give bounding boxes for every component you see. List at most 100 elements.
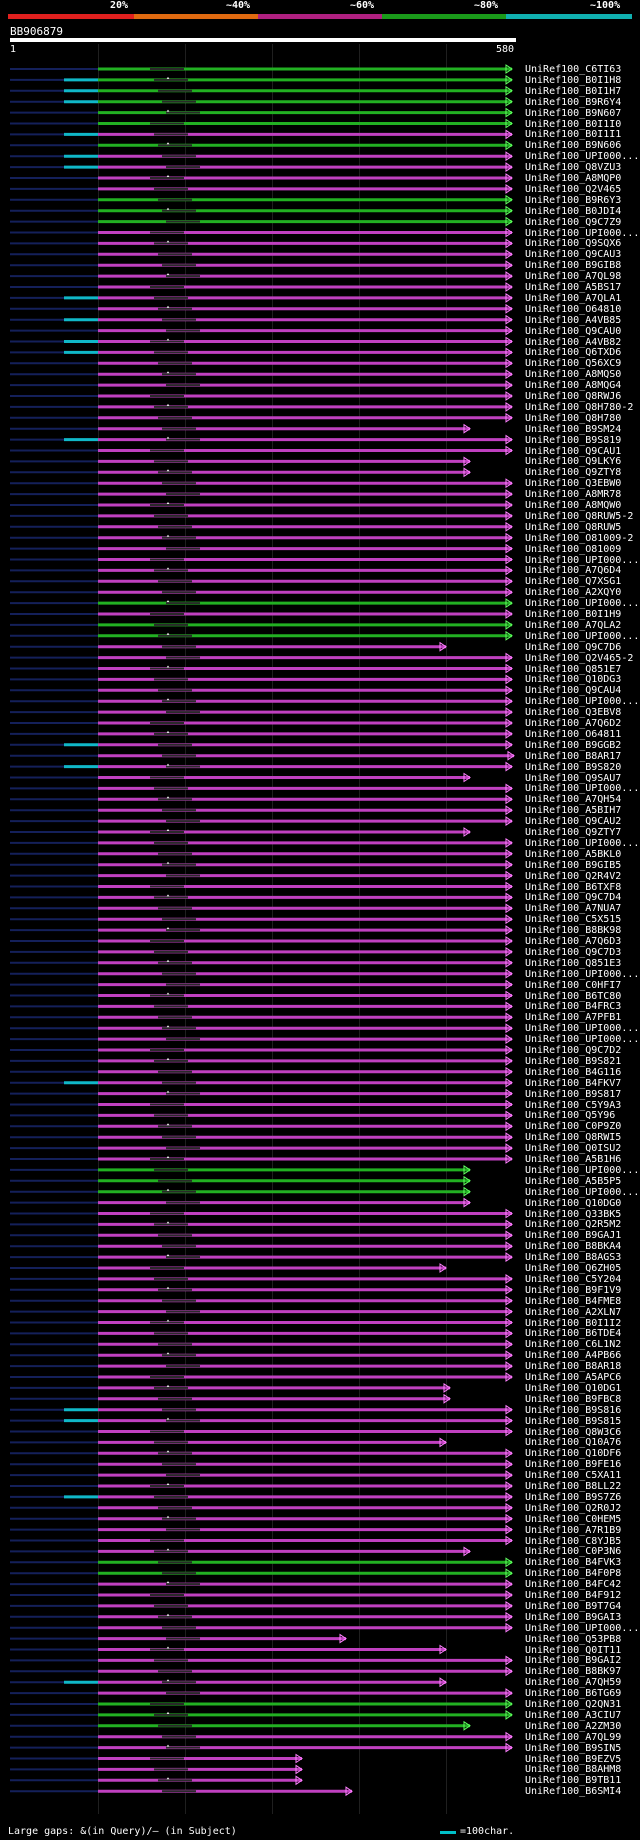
subject-label[interactable]: UniRef100_A7QLA1 xyxy=(525,293,637,304)
subject-label[interactable]: UniRef100_B6TC80 xyxy=(525,991,637,1002)
subject-label[interactable]: UniRef100_Q8RUW5 xyxy=(525,522,637,533)
subject-label[interactable]: UniRef100_B4FRC3 xyxy=(525,1001,637,1012)
subject-label[interactable]: UniRef100_Q9CAU2 xyxy=(525,816,637,827)
subject-label[interactable]: UniRef100_UPI000... xyxy=(525,696,637,707)
subject-label[interactable]: UniRef100_B4FVK3 xyxy=(525,1557,637,1568)
subject-label[interactable]: UniRef100_B9S815 xyxy=(525,1416,637,1427)
subject-label[interactable]: UniRef100_A5B1H6 xyxy=(525,1154,637,1165)
subject-label[interactable]: UniRef100_Q8H780 xyxy=(525,413,637,424)
subject-label[interactable]: UniRef100_B0I1H7 xyxy=(525,86,637,97)
subject-label[interactable]: UniRef100_C5XA11 xyxy=(525,1470,637,1481)
subject-label[interactable]: UniRef100_Q2V465-2 xyxy=(525,653,637,664)
subject-label[interactable]: UniRef100_B6TDE4 xyxy=(525,1328,637,1339)
subject-label[interactable]: UniRef100_Q9CAU1 xyxy=(525,446,637,457)
subject-label[interactable]: UniRef100_Q851E7 xyxy=(525,664,637,675)
subject-label[interactable]: UniRef100_A7R1B9 xyxy=(525,1525,637,1536)
subject-label[interactable]: UniRef100_A5B5P5 xyxy=(525,1176,637,1187)
subject-label[interactable]: UniRef100_Q9SAU7 xyxy=(525,773,637,784)
subject-label[interactable]: UniRef100_C5Y9A3 xyxy=(525,1100,637,1111)
subject-label[interactable]: UniRef100_A8MQG4 xyxy=(525,380,637,391)
subject-label[interactable]: UniRef100_Q8RUW5-2 xyxy=(525,511,637,522)
subject-label[interactable]: UniRef100_A4VB82 xyxy=(525,337,637,348)
subject-label[interactable]: UniRef100_B9EZV5 xyxy=(525,1754,637,1765)
subject-label[interactable]: UniRef100_A4VB85 xyxy=(525,315,637,326)
subject-label[interactable]: UniRef100_A7PFB1 xyxy=(525,1012,637,1023)
subject-label[interactable]: UniRef100_O81009 xyxy=(525,544,637,555)
subject-label[interactable]: UniRef100_UPI000... xyxy=(525,1623,637,1634)
subject-label[interactable]: UniRef100_O81009-2 xyxy=(525,533,637,544)
subject-label[interactable]: UniRef100_B8AHM8 xyxy=(525,1764,637,1775)
subject-label[interactable]: UniRef100_B9N607 xyxy=(525,108,637,119)
subject-label[interactable]: UniRef100_A7QLA2 xyxy=(525,620,637,631)
subject-label[interactable]: UniRef100_A7Q6D2 xyxy=(525,718,637,729)
subject-label[interactable]: UniRef100_Q9CAU0 xyxy=(525,326,637,337)
subject-label[interactable]: UniRef100_B0I1I1 xyxy=(525,129,637,140)
subject-label[interactable]: UniRef100_Q2R0J2 xyxy=(525,1503,637,1514)
subject-label[interactable]: UniRef100_Q9ZTY7 xyxy=(525,827,637,838)
subject-label[interactable]: UniRef100_C0HEM5 xyxy=(525,1514,637,1525)
subject-label[interactable]: UniRef100_UPI000... xyxy=(525,555,637,566)
subject-label[interactable]: UniRef100_A7Q6D4 xyxy=(525,565,637,576)
subject-label[interactable]: UniRef100_Q7XSG1 xyxy=(525,576,637,587)
subject-label[interactable]: UniRef100_C6TI63 xyxy=(525,64,637,75)
subject-label[interactable]: UniRef100_A5BS17 xyxy=(525,282,637,293)
subject-label[interactable]: UniRef100_C0HFI7 xyxy=(525,980,637,991)
subject-label[interactable]: UniRef100_Q8RWI5 xyxy=(525,1132,637,1143)
subject-label[interactable]: UniRef100_B9SM24 xyxy=(525,424,637,435)
subject-label[interactable]: UniRef100_B4FKV7 xyxy=(525,1078,637,1089)
subject-label[interactable]: UniRef100_O64811 xyxy=(525,729,637,740)
subject-label[interactable]: UniRef100_A8MR78 xyxy=(525,489,637,500)
subject-label[interactable]: UniRef100_B8AGS3 xyxy=(525,1252,637,1263)
subject-label[interactable]: UniRef100_A3CIU7 xyxy=(525,1710,637,1721)
subject-label[interactable]: UniRef100_B6SMI4 xyxy=(525,1786,637,1797)
subject-label[interactable]: UniRef100_B6TG69 xyxy=(525,1688,637,1699)
subject-label[interactable]: UniRef100_A2XLN7 xyxy=(525,1307,637,1318)
subject-label[interactable]: UniRef100_Q9ZTY8 xyxy=(525,467,637,478)
subject-label[interactable]: UniRef100_B4F912 xyxy=(525,1590,637,1601)
subject-label[interactable]: UniRef100_UPI000... xyxy=(525,228,637,239)
subject-label[interactable]: UniRef100_B0I1I2 xyxy=(525,1318,637,1329)
subject-label[interactable]: UniRef100_Q5Y96 xyxy=(525,1110,637,1121)
subject-label[interactable]: UniRef100_UPI000... xyxy=(525,631,637,642)
subject-label[interactable]: UniRef100_A5BIH7 xyxy=(525,805,637,816)
subject-label[interactable]: UniRef100_B0JDI4 xyxy=(525,206,637,217)
subject-label[interactable]: UniRef100_B9FE16 xyxy=(525,1459,637,1470)
subject-label[interactable]: UniRef100_Q2V465 xyxy=(525,184,637,195)
subject-label[interactable]: UniRef100_Q56XC9 xyxy=(525,358,637,369)
subject-label[interactable]: UniRef100_A8MQW0 xyxy=(525,500,637,511)
subject-label[interactable]: UniRef100_Q9CAU3 xyxy=(525,249,637,260)
subject-label[interactable]: UniRef100_A8MQS0 xyxy=(525,369,637,380)
subject-label[interactable]: UniRef100_B8BKA4 xyxy=(525,1241,637,1252)
subject-label[interactable]: UniRef100_Q851E3 xyxy=(525,958,637,969)
subject-label[interactable]: UniRef100_B9S819 xyxy=(525,435,637,446)
subject-label[interactable]: UniRef100_B8BK97 xyxy=(525,1666,637,1677)
subject-label[interactable]: UniRef100_Q33BK5 xyxy=(525,1209,637,1220)
subject-label[interactable]: UniRef100_A7QH59 xyxy=(525,1677,637,1688)
subject-label[interactable]: UniRef100_C6L1N2 xyxy=(525,1339,637,1350)
subject-label[interactable]: UniRef100_B4G116 xyxy=(525,1067,637,1078)
subject-label[interactable]: UniRef100_Q9C7D2 xyxy=(525,1045,637,1056)
subject-label[interactable]: UniRef100_A7Q6D3 xyxy=(525,936,637,947)
subject-label[interactable]: UniRef100_Q53PB8 xyxy=(525,1634,637,1645)
subject-label[interactable]: UniRef100_B9GAJ1 xyxy=(525,1230,637,1241)
subject-label[interactable]: UniRef100_B8AR17 xyxy=(525,751,637,762)
subject-label[interactable]: UniRef100_Q3EBV8 xyxy=(525,707,637,718)
subject-label[interactable]: UniRef100_Q9SQX6 xyxy=(525,238,637,249)
subject-label[interactable]: UniRef100_Q8H780-2 xyxy=(525,402,637,413)
subject-label[interactable]: UniRef100_A7QL99 xyxy=(525,1732,637,1743)
subject-label[interactable]: UniRef100_UPI000... xyxy=(525,1023,637,1034)
subject-label[interactable]: UniRef100_Q2R5M2 xyxy=(525,1219,637,1230)
subject-label[interactable]: UniRef100_UPI000... xyxy=(525,1187,637,1198)
subject-label[interactable]: UniRef100_Q6ZH05 xyxy=(525,1263,637,1274)
subject-label[interactable]: UniRef100_B9T7G4 xyxy=(525,1601,637,1612)
subject-label[interactable]: UniRef100_B9SIN5 xyxy=(525,1743,637,1754)
subject-label[interactable]: UniRef100_Q9C7D6 xyxy=(525,642,637,653)
subject-label[interactable]: UniRef100_Q10A76 xyxy=(525,1437,637,1448)
subject-label[interactable]: UniRef100_Q2R4V2 xyxy=(525,871,637,882)
subject-label[interactable]: UniRef100_C0P9Z0 xyxy=(525,1121,637,1132)
subject-label[interactable]: UniRef100_B9R6Y4 xyxy=(525,97,637,108)
subject-label[interactable]: UniRef100_B0I1H8 xyxy=(525,75,637,86)
subject-label[interactable]: UniRef100_B0I1I0 xyxy=(525,119,637,130)
subject-label[interactable]: UniRef100_UPI000... xyxy=(525,151,637,162)
subject-label[interactable]: UniRef100_B8BK98 xyxy=(525,925,637,936)
